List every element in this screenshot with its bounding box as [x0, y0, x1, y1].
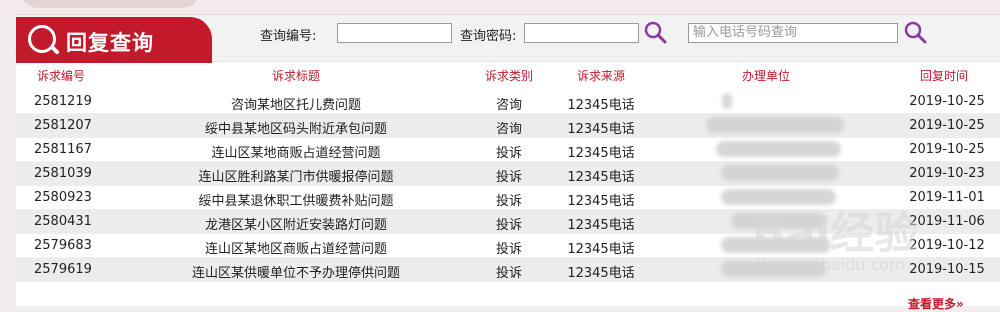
row-title[interactable]: 连山区某供暖单位不予办理停供问题: [136, 262, 456, 281]
table-row[interactable]: 2581039 连山区胜利路某门市供暖报停问题 投诉 12345电话 2019-…: [16, 162, 1000, 186]
redacted-org: [721, 165, 839, 181]
row-category: 咨询: [495, 122, 522, 137]
row-title[interactable]: 绥中县某退休职工供暖费补贴问题: [136, 190, 456, 209]
table-row[interactable]: 2581219 咨询某地区托儿费问题 咨询 12345电话 2019-10-25: [16, 90, 1000, 114]
row-category: 投诉: [495, 170, 522, 185]
decorative-blob: [20, 0, 200, 8]
search-icon: [644, 21, 667, 44]
page: 回复查询 查询编号: 查询密码: 输入电话号码查询 诉求编号 诉求标题 诉求类别…: [0, 0, 1000, 311]
row-title[interactable]: 绥中县某地区码头附近承包问题: [136, 118, 456, 137]
query-password-input[interactable]: [524, 23, 639, 43]
search-icon: [904, 21, 927, 44]
row-id: 2580923: [34, 190, 92, 205]
row-title[interactable]: 连山区某地商贩占道经营问题: [136, 142, 456, 161]
row-title[interactable]: 连山区胜利路某门市供暖报停问题: [136, 166, 456, 185]
query-password-label: 查询密码:: [460, 29, 517, 44]
table-header: 诉求编号 诉求标题 诉求类别 诉求来源 办理单位 回复时间: [16, 63, 1000, 85]
redacted-org: [722, 93, 732, 109]
row-id: 2581039: [34, 166, 92, 181]
column-header-source: 诉求来源: [576, 69, 625, 83]
row-id: 2581219: [34, 94, 92, 109]
row-category: 投诉: [495, 146, 522, 161]
row-date: 2019-10-25: [909, 142, 985, 157]
row-category: 投诉: [495, 194, 522, 209]
watermark-logo: Bai经验: [752, 208, 919, 259]
row-category: 投诉: [495, 242, 522, 257]
query-id-input[interactable]: [337, 23, 452, 43]
column-header-category: 诉求类别: [484, 69, 533, 83]
row-date: 2019-10-23: [909, 166, 985, 181]
search-button[interactable]: [643, 20, 667, 44]
row-id: 2579683: [34, 238, 92, 253]
row-category: 投诉: [495, 266, 522, 281]
magnifier-icon: [28, 25, 56, 53]
phone-search-button[interactable]: [903, 20, 927, 44]
row-source: 12345电话: [567, 170, 635, 185]
row-source: 12345电话: [567, 242, 635, 257]
page-title: 回复查询: [66, 31, 154, 55]
column-header-date: 回复时间: [919, 69, 968, 83]
query-id-label: 查询编号:: [260, 29, 317, 44]
table-row[interactable]: 2581207 绥中县某地区码头附近承包问题 咨询 12345电话 2019-1…: [16, 114, 1000, 138]
phone-search-input[interactable]: 输入电话号码查询: [688, 23, 898, 43]
watermark-url: jingyan.baidu.com: [757, 255, 905, 274]
row-source: 12345电话: [567, 122, 635, 137]
row-title[interactable]: 龙港区某小区附近安装路灯问题: [136, 214, 456, 233]
baidu-watermark: Bai经验 jingyan.baidu.com: [752, 185, 992, 295]
row-category: 投诉: [495, 218, 522, 233]
row-category: 咨询: [495, 98, 522, 113]
row-id: 2580431: [34, 214, 92, 229]
row-source: 12345电话: [567, 218, 635, 233]
row-id: 2579619: [34, 262, 92, 277]
row-id: 2581167: [34, 142, 92, 157]
row-source: 12345电话: [567, 98, 635, 113]
row-source: 12345电话: [567, 194, 635, 209]
view-more-link[interactable]: 查看更多»: [908, 295, 964, 312]
row-date: 2019-10-25: [909, 94, 985, 109]
row-date: 2019-10-25: [909, 118, 985, 133]
title-badge: 回复查询: [16, 17, 212, 63]
column-header-title: 诉求标题: [271, 69, 320, 83]
redacted-org: [716, 141, 841, 157]
column-header-id: 诉求编号: [36, 69, 85, 83]
row-source: 12345电话: [567, 146, 635, 161]
phone-search-placeholder: 输入电话号码查询: [693, 25, 798, 40]
row-title[interactable]: 咨询某地区托儿费问题: [136, 94, 456, 113]
row-id: 2581207: [34, 118, 92, 133]
table-row[interactable]: 2581167 连山区某地商贩占道经营问题 投诉 12345电话 2019-10…: [16, 138, 1000, 162]
redacted-org: [706, 117, 844, 133]
column-header-org: 办理单位: [741, 69, 790, 83]
row-source: 12345电话: [567, 266, 635, 281]
row-title[interactable]: 连山区某地区商贩占道经营问题: [136, 238, 456, 257]
